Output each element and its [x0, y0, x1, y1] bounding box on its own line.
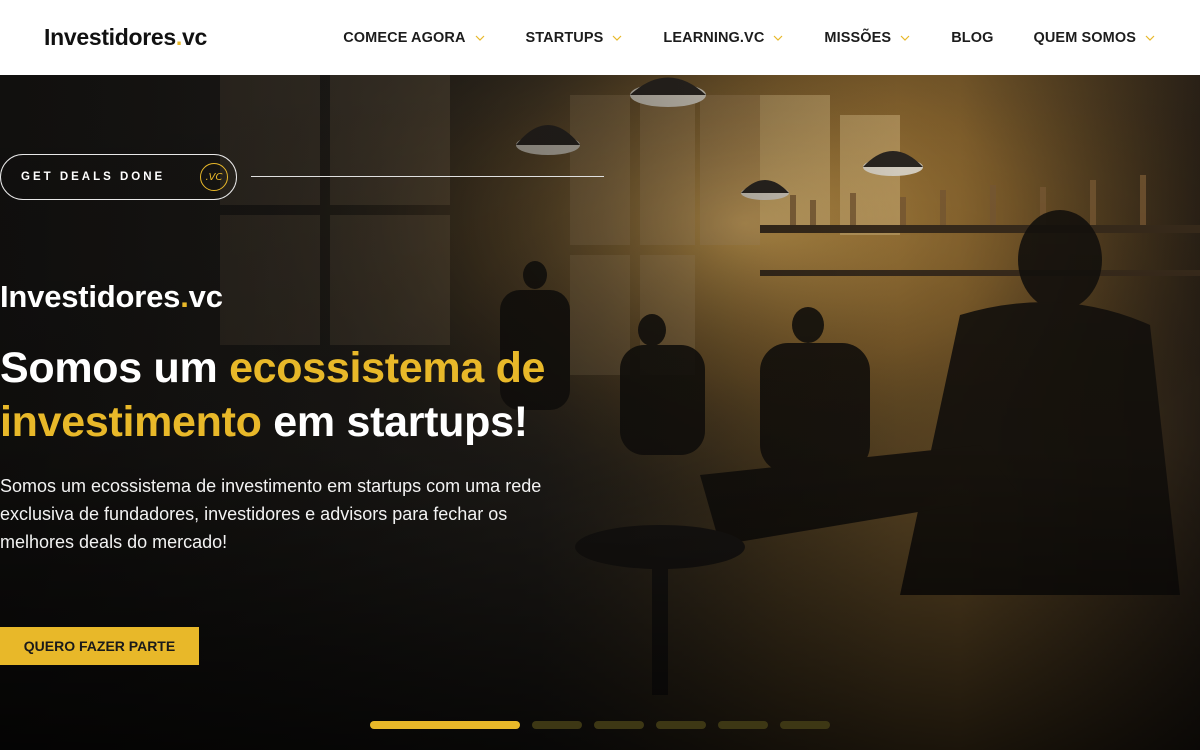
- headline-part1: Somos um: [0, 344, 230, 392]
- logo-suffix: vc: [182, 24, 207, 50]
- slide-indicator-3[interactable]: [594, 721, 644, 729]
- slider-indicators: [370, 721, 842, 729]
- chevron-down-icon: [475, 35, 484, 41]
- nav-label: BLOG: [951, 29, 994, 46]
- get-deals-done-pill: GET DEALS DONE .VC: [0, 154, 237, 200]
- brand-text: Investidores: [0, 279, 181, 314]
- headline-part2: em startups!: [261, 398, 528, 446]
- slide-indicator-4[interactable]: [656, 721, 706, 729]
- nav-item-startups[interactable]: STARTUPS: [526, 30, 624, 46]
- slide-indicator-6[interactable]: [780, 721, 830, 729]
- headline-highlight-2: investimento: [0, 398, 262, 446]
- hero-content: GET DEALS DONE .VC Investidores.vc Somos…: [0, 75, 1200, 750]
- nav-item-blog[interactable]: BLOG: [951, 30, 993, 46]
- nav-label: LEARNING.VC: [663, 29, 765, 46]
- chevron-down-icon: [612, 35, 622, 41]
- chevron-down-icon: [900, 35, 910, 41]
- headline-highlight-1: ecossistema de: [229, 344, 546, 392]
- vc-badge-icon: .VC: [200, 163, 228, 191]
- quero-fazer-parte-button[interactable]: QUERO FAZER PARTE: [0, 627, 199, 665]
- main-nav: COMECE AGORA STARTUPS LEARNING.VC MISSÕE…: [343, 30, 1156, 46]
- nav-label: QUEM SOMOS: [1033, 29, 1136, 46]
- nav-item-learning-vc[interactable]: LEARNING.VC: [663, 30, 784, 46]
- nav-item-comece-agora[interactable]: COMECE AGORA: [343, 30, 485, 46]
- nav-label: STARTUPS: [525, 29, 604, 46]
- brand-suffix: vc: [188, 279, 223, 314]
- divider-line: [251, 176, 604, 177]
- hero-section: GET DEALS DONE .VC Investidores.vc Somos…: [0, 75, 1200, 750]
- nav-item-quem-somos[interactable]: QUEM SOMOS: [1033, 30, 1156, 46]
- slide-indicator-1[interactable]: [370, 721, 520, 729]
- hero-headline: Somos um ecossistema de investimento em s…: [0, 341, 640, 449]
- nav-label: COMECE AGORA: [343, 29, 466, 46]
- slide-indicator-5[interactable]: [718, 721, 768, 729]
- hero-description: Somos um ecossistema de investimento em …: [0, 476, 542, 552]
- brand-dot: .: [180, 279, 189, 314]
- slide-indicator-2[interactable]: [532, 721, 582, 729]
- nav-label: MISSÕES: [824, 29, 892, 46]
- site-header: Investidores.vc COMECE AGORA STARTUPS LE…: [0, 0, 1200, 75]
- site-logo[interactable]: Investidores.vc: [44, 24, 207, 51]
- chevron-down-icon: [1145, 35, 1155, 41]
- hero-brand: Investidores.vc: [0, 279, 223, 315]
- pill-text: GET DEALS DONE: [21, 171, 166, 183]
- logo-text: Investidores: [44, 24, 176, 50]
- nav-item-missoes[interactable]: MISSÕES: [824, 30, 911, 46]
- chevron-down-icon: [773, 35, 783, 41]
